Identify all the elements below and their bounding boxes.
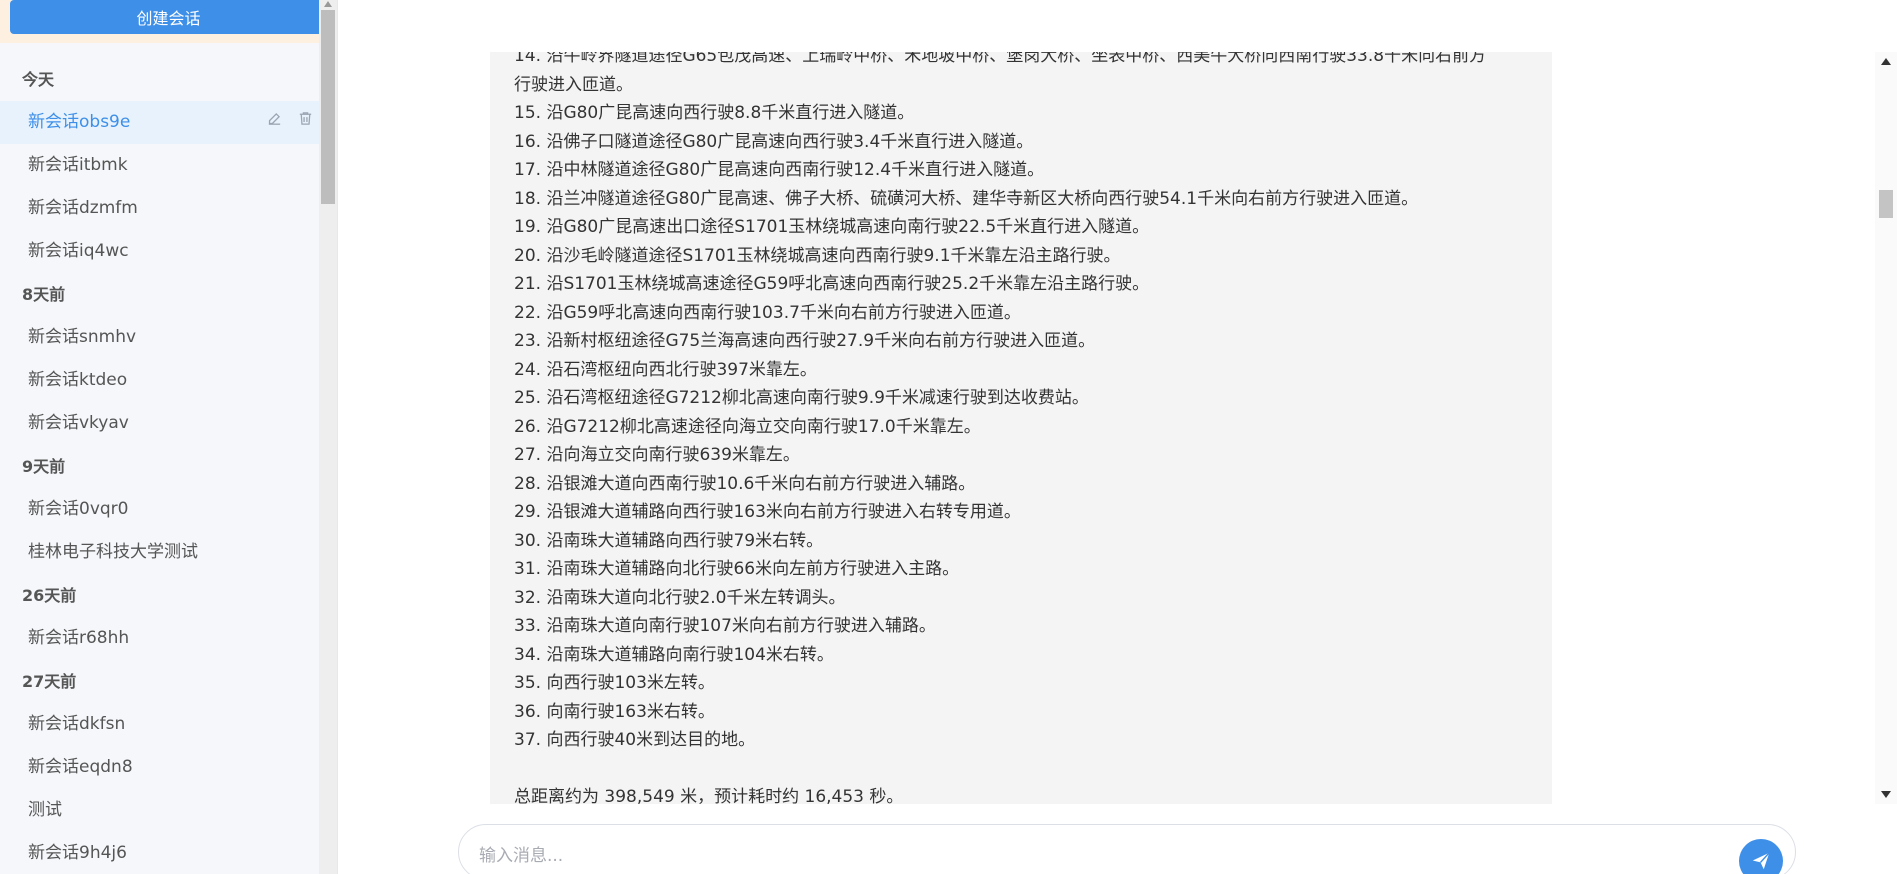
chat-main: 14. 沿牛岭界隧道途径G65包茂高速、上瑞岭中桥、禾地坡中桥、堡岗大桥、坐表中…: [358, 0, 1897, 874]
scroll-up-arrow-icon[interactable]: [324, 1, 332, 7]
conversation-list: 今天 新会话obs9e 新会话itbmk 新会话dzmfm 新会话iq4wc 8…: [0, 58, 337, 874]
edit-icon[interactable]: [266, 101, 283, 144]
group-title-26-days-ago: 26天前: [22, 586, 77, 605]
conversation-item[interactable]: 新会话r68hh: [0, 617, 337, 660]
conversation-item[interactable]: 测试: [0, 789, 337, 832]
scrollbar-thumb[interactable]: [1879, 190, 1893, 218]
chat-messages: 14. 沿牛岭界隧道途径G65包茂高速、上瑞岭中桥、禾地坡中桥、堡岗大桥、坐表中…: [358, 52, 1868, 804]
conversation-item[interactable]: 新会话9h4j6: [0, 832, 337, 874]
message-line: 35. 向西行驶103米左转。: [514, 673, 715, 693]
message-line: 20. 沿沙毛岭隧道途径S1701玉林绕城高速向西南行驶9.1千米靠左沿主路行驶…: [514, 245, 1121, 266]
conversation-item[interactable]: 新会话ktdeo: [0, 359, 337, 402]
message-input-bar: [458, 824, 1796, 874]
message-line: 34. 沿南珠大道辅路向南行驶104米右转。: [514, 644, 834, 665]
message-line: 15. 沿G80广昆高速向西行驶8.8千米直行进入隧道。: [514, 103, 915, 123]
conversation-label: 新会话snmhv: [28, 327, 137, 347]
message-line: 22. 沿G59呼北高速向西南行驶103.7千米向右前方行驶进入匝道。: [514, 302, 1021, 323]
message-line: 36. 向南行驶163米右转。: [514, 701, 715, 722]
conversation-item[interactable]: 新会话dkfsn: [0, 703, 337, 746]
message-line: 27. 沿向海立交向南行驶639米靠左。: [514, 445, 800, 465]
app-root: 创建会话 今天 新会话obs9e 新会话itbmk 新会话dzmfm 新会话iq…: [0, 0, 1897, 874]
conversation-item[interactable]: 新会话iq4wc: [0, 230, 337, 273]
message-line: 33. 沿南珠大道向南行驶107米向右前方行驶进入辅路。: [514, 616, 936, 636]
sidebar-header: 创建会话: [0, 0, 337, 43]
message-line: 21. 沿S1701玉林绕城高速途径G59呼北高速向西南行驶25.2千米靠左沿主…: [514, 274, 1150, 294]
message-line: 32. 沿南珠大道向北行驶2.0千米左转调头。: [514, 587, 846, 608]
conversation-actions: [266, 101, 314, 144]
sidebar-scrollbar[interactable]: [319, 0, 337, 874]
scroll-up-arrow-icon[interactable]: [1881, 58, 1891, 65]
conversation-item[interactable]: 新会话snmhv: [0, 316, 337, 359]
conversation-label: 新会话r68hh: [28, 628, 130, 648]
message-line: 29. 沿银滩大道辅路向西行驶163米向右前方行驶进入右转专用道。: [514, 502, 1021, 522]
conversation-label: 新会话obs9e: [28, 112, 131, 132]
chat-scrollbar[interactable]: [1875, 52, 1897, 804]
message-line: 19. 沿G80广昆高速出口途径S1701玉林绕城高速向南行驶22.5千米直行进…: [514, 217, 1150, 237]
conversation-label: 新会话itbmk: [28, 155, 128, 175]
group-title-27-days-ago: 27天前: [22, 672, 77, 691]
conversation-label: 新会话dzmfm: [28, 198, 138, 218]
group-title-9-days-ago: 9天前: [22, 457, 66, 476]
sidebar: 创建会话 今天 新会话obs9e 新会话itbmk 新会话dzmfm 新会话iq…: [0, 0, 338, 874]
conversation-label: 新会话9h4j6: [28, 843, 127, 863]
conversation-label: 新会话0vqr0: [28, 499, 129, 519]
group-title-8-days-ago: 8天前: [22, 285, 66, 304]
message-line: 行驶进入匝道。: [514, 74, 633, 95]
conversation-label: 新会话ktdeo: [28, 370, 128, 390]
conversation-label: 新会话eqdn8: [28, 757, 133, 777]
conversation-item[interactable]: 新会话itbmk: [0, 144, 337, 187]
message-line: 37. 向西行驶40米到达目的地。: [514, 730, 756, 750]
send-icon: [1752, 852, 1770, 870]
message-line: 18. 沿兰冲隧道途径G80广昆高速、佛子大桥、硫磺河大桥、建华寺新区大桥向西行…: [514, 188, 1419, 209]
delete-icon[interactable]: [297, 101, 314, 144]
conversation-label: 桂林电子科技大学测试: [28, 542, 198, 562]
conversation-label: 新会话dkfsn: [28, 714, 126, 734]
conversation-item[interactable]: 桂林电子科技大学测试: [0, 531, 337, 574]
message-summary: 总距离约为 398,549 米，预计耗时约 16,453 秒。: [514, 786, 904, 805]
message-line: 28. 沿银滩大道向西南行驶10.6千米向右前方行驶进入辅路。: [514, 473, 976, 494]
scrollbar-thumb[interactable]: [321, 10, 335, 204]
group-title-today: 今天: [22, 70, 55, 89]
message-line: 25. 沿石湾枢纽途径G7212柳北高速向南行驶9.9千米减速行驶到达收费站。: [514, 388, 1089, 408]
conversation-label: 新会话iq4wc: [28, 241, 129, 261]
conversation-label: 测试: [28, 800, 62, 820]
conversation-item-active[interactable]: 新会话obs9e: [0, 101, 337, 144]
message-line: 24. 沿石湾枢纽向西北行驶397米靠左。: [514, 359, 817, 380]
message-line: 31. 沿南珠大道辅路向北行驶66米向左前方行驶进入主路。: [514, 559, 960, 579]
message-content: 14. 沿牛岭界隧道途径G65包茂高速、上瑞岭中桥、禾地坡中桥、堡岗大桥、坐表中…: [490, 52, 1552, 804]
message-line: 14. 沿牛岭界隧道途径G65包茂高速、上瑞岭中桥、禾地坡中桥、堡岗大桥、坐表中…: [514, 52, 1487, 66]
conversation-item[interactable]: 新会话0vqr0: [0, 488, 337, 531]
send-button[interactable]: [1739, 839, 1783, 874]
message-line: 23. 沿新村枢纽途径G75兰海高速向西行驶27.9千米向右前方行驶进入匝道。: [514, 331, 1096, 351]
conversation-item[interactable]: 新会话eqdn8: [0, 746, 337, 789]
scroll-down-arrow-icon[interactable]: [1881, 791, 1891, 798]
message-line: 26. 沿G7212柳北高速途径向海立交向南行驶17.0千米靠左。: [514, 416, 981, 437]
message-line: 16. 沿佛子口隧道途径G80广昆高速向西行驶3.4千米直行进入隧道。: [514, 131, 1034, 152]
conversation-item[interactable]: 新会话dzmfm: [0, 187, 337, 230]
conversation-label: 新会话vkyav: [28, 413, 129, 433]
message-input[interactable]: [479, 846, 1739, 866]
message-line: 30. 沿南珠大道辅路向西行驶79米右转。: [514, 530, 824, 551]
create-conversation-button[interactable]: 创建会话: [10, 0, 327, 34]
assistant-message: 14. 沿牛岭界隧道途径G65包茂高速、上瑞岭中桥、禾地坡中桥、堡岗大桥、坐表中…: [490, 52, 1552, 804]
conversation-item[interactable]: 新会话vkyav: [0, 402, 337, 445]
message-line: 17. 沿中林隧道途径G80广昆高速向西南行驶12.4千米直行进入隧道。: [514, 160, 1045, 180]
